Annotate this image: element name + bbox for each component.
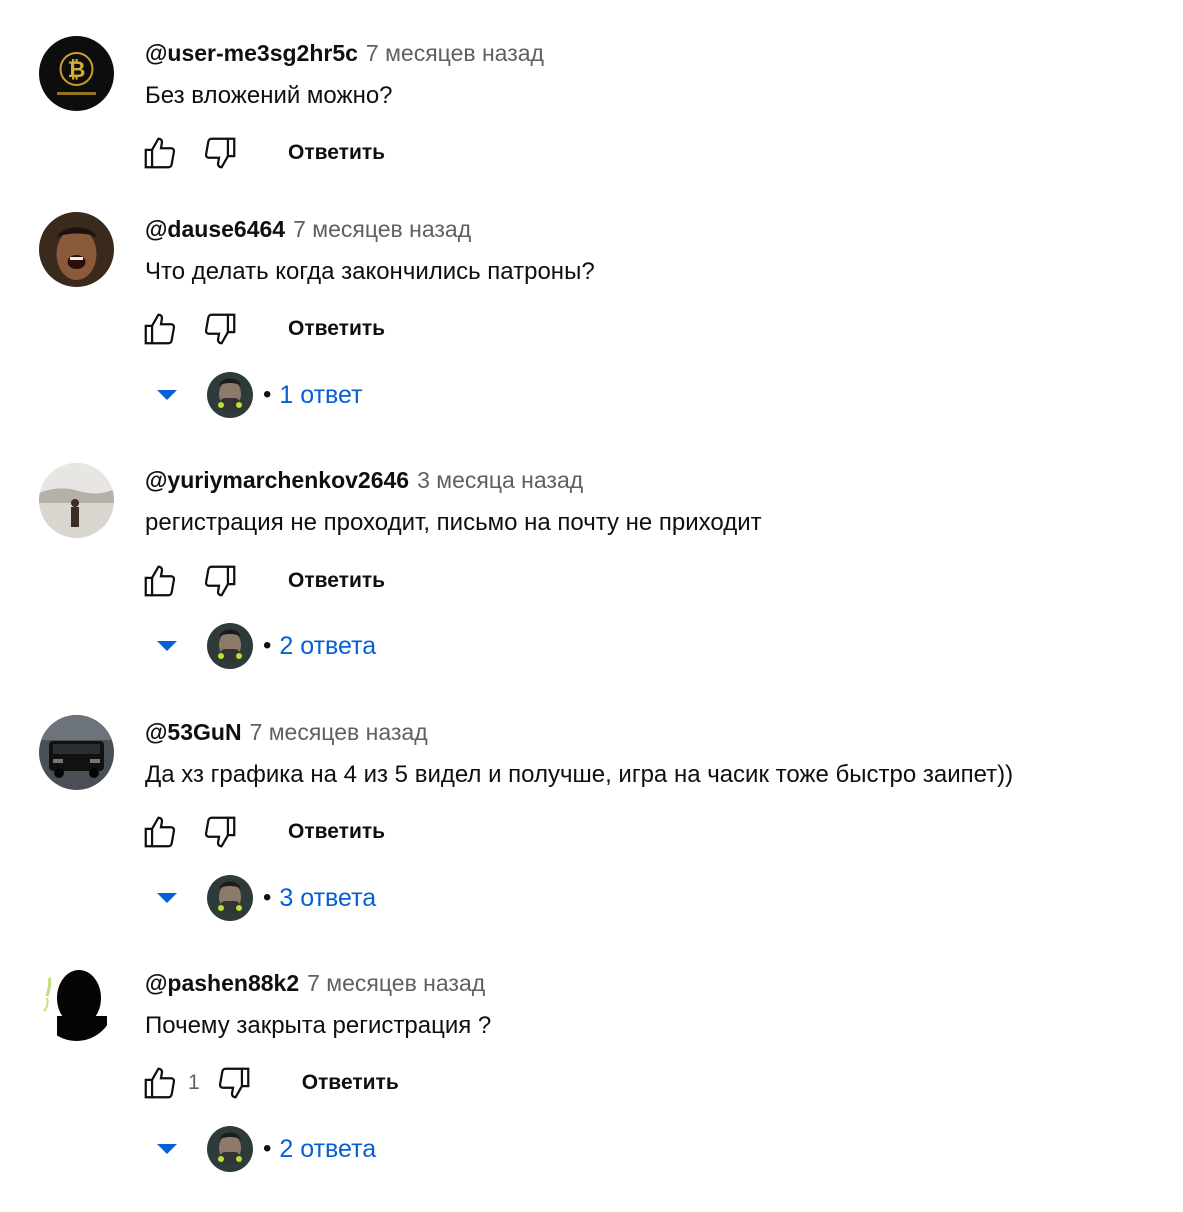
comment-author[interactable]: @user-me3sg2hr5c: [145, 40, 358, 66]
comment-time[interactable]: 7 месяцев назад: [307, 970, 485, 996]
comment-author[interactable]: @dause6464: [145, 216, 285, 242]
comment-text: Что делать когда закончились патроны?: [145, 258, 595, 285]
dislike-icon[interactable]: [214, 1063, 254, 1103]
reply-button[interactable]: Ответить: [288, 820, 385, 844]
chevron-down-icon: [157, 893, 177, 903]
view-replies-button[interactable]: • 2 ответа: [150, 622, 376, 670]
dislike-icon[interactable]: [200, 309, 240, 349]
reply-button[interactable]: Ответить: [288, 569, 385, 593]
comment-meta: @yuriymarchenkov2646 3 месяца назад: [145, 465, 583, 495]
comment-meta: @53GuN 7 месяцев назад: [145, 717, 428, 747]
dislike-icon[interactable]: [200, 561, 240, 601]
like-icon[interactable]: [140, 1063, 180, 1103]
comment-actions: Ответить: [140, 133, 385, 173]
avatar-black-car-icon[interactable]: [39, 715, 114, 790]
separator-dot: •: [263, 1135, 272, 1162]
chevron-down-icon: [157, 390, 177, 400]
masked-man-avatar: [207, 623, 253, 669]
comment-actions: Ответить: [140, 309, 385, 349]
chevron-down-icon: [157, 1144, 177, 1154]
dislike-icon[interactable]: [200, 133, 240, 173]
dislike-icon[interactable]: [200, 812, 240, 852]
separator-dot: •: [263, 381, 272, 408]
comment-meta: @dause6464 7 месяцев назад: [145, 214, 471, 244]
comment-meta: @user-me3sg2hr5c 7 месяцев назад: [145, 38, 544, 68]
avatar-silhouette-icon[interactable]: [39, 966, 114, 1041]
masked-man-avatar: [207, 372, 253, 418]
avatar-laughing-person-icon[interactable]: [39, 212, 114, 287]
reply-button[interactable]: Ответить: [302, 1071, 399, 1095]
like-count: 1: [188, 1071, 200, 1094]
comment-actions: Ответить: [140, 812, 385, 852]
comment-text: Да хз графика на 4 из 5 видел и получше,…: [145, 761, 1014, 788]
reply-count[interactable]: 3 ответа: [279, 884, 376, 913]
comment-actions: Ответить: [140, 561, 385, 601]
avatar-person-in-snow-icon[interactable]: [39, 463, 114, 538]
svg-text:₿: ₿: [68, 57, 86, 82]
comment-time[interactable]: 7 месяцев назад: [293, 216, 471, 242]
comment-time[interactable]: 7 месяцев назад: [250, 719, 428, 745]
like-icon[interactable]: [140, 812, 180, 852]
reply-count[interactable]: 1 ответ: [279, 381, 362, 410]
separator-dot: •: [263, 632, 272, 659]
comment-author[interactable]: @53GuN: [145, 719, 242, 745]
comment-time[interactable]: 7 месяцев назад: [366, 40, 544, 66]
reply-count[interactable]: 2 ответа: [279, 632, 376, 661]
view-replies-button[interactable]: • 1 ответ: [150, 371, 363, 419]
comment-text: Без вложений можно?: [145, 82, 393, 109]
comment-actions: 1 Ответить: [140, 1063, 399, 1103]
masked-man-avatar: [207, 875, 253, 921]
reply-button[interactable]: Ответить: [288, 317, 385, 341]
separator-dot: •: [263, 884, 272, 911]
view-replies-button[interactable]: • 2 ответа: [150, 1125, 376, 1173]
reply-count[interactable]: 2 ответа: [279, 1135, 376, 1164]
comment-author[interactable]: @pashen88k2: [145, 970, 299, 996]
comment-text: регистрация не проходит, письмо на почту…: [145, 509, 762, 536]
comment-author[interactable]: @yuriymarchenkov2646: [145, 467, 409, 493]
reply-button[interactable]: Ответить: [288, 141, 385, 165]
comment-time[interactable]: 3 месяца назад: [417, 467, 583, 493]
masked-man-avatar: [207, 1126, 253, 1172]
like-icon[interactable]: [140, 133, 180, 173]
chevron-down-icon: [157, 641, 177, 651]
like-icon[interactable]: [140, 309, 180, 349]
avatar-bitcoin-icon[interactable]: ₿: [39, 36, 114, 111]
view-replies-button[interactable]: • 3 ответа: [150, 874, 376, 922]
comment-meta: @pashen88k2 7 месяцев назад: [145, 968, 485, 998]
comment-text: Почему закрыта регистрация ?: [145, 1012, 492, 1039]
like-icon[interactable]: [140, 561, 180, 601]
